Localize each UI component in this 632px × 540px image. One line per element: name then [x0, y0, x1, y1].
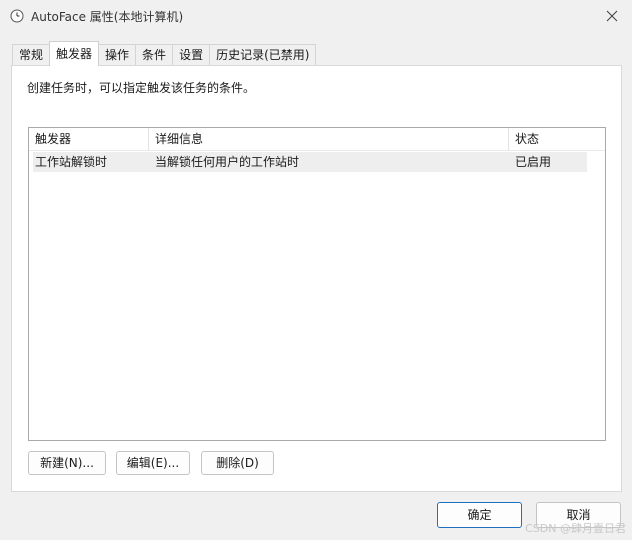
column-header-trigger[interactable]: 触发器: [29, 128, 149, 151]
delete-button[interactable]: 删除(D): [201, 451, 274, 475]
column-header-details[interactable]: 详细信息: [149, 128, 509, 151]
close-icon[interactable]: [602, 6, 622, 26]
tab-conditions[interactable]: 条件: [135, 44, 174, 66]
tab-history[interactable]: 历史记录(已禁用): [209, 44, 317, 66]
new-button[interactable]: 新建(N)...: [28, 451, 106, 475]
column-header-status[interactable]: 状态: [509, 128, 605, 151]
panel-description: 创建任务时，可以指定触发该任务的条件。: [27, 81, 256, 95]
window-title: AutoFace 属性(本地计算机): [31, 10, 184, 24]
table-row[interactable]: 工作站解锁时 当解锁任何用户的工作站时 已启用: [33, 152, 587, 172]
row-status: 已启用: [515, 155, 552, 169]
ok-button[interactable]: 确定: [437, 502, 522, 528]
properties-dialog: AutoFace 属性(本地计算机) 常规 触发器 操作 条件 设置 历史记录(…: [0, 0, 632, 540]
tab-actions[interactable]: 操作: [98, 44, 137, 66]
title-bar[interactable]: AutoFace 属性(本地计算机): [0, 0, 632, 32]
row-details: 当解锁任何用户的工作站时: [155, 155, 300, 169]
tab-strip: 常规 触发器 操作 条件 设置 历史记录(已禁用): [12, 41, 317, 66]
list-header: 触发器 详细信息 状态: [29, 128, 605, 151]
row-trigger: 工作站解锁时: [35, 155, 108, 169]
tab-settings[interactable]: 设置: [172, 44, 211, 66]
triggers-list[interactable]: 触发器 详细信息 状态 工作站解锁时 当解锁任何用户的工作站时 已启用: [28, 127, 606, 441]
triggers-panel: 创建任务时，可以指定触发该任务的条件。 触发器 详细信息 状态 工作站解锁时 当…: [11, 65, 622, 492]
watermark: CSDN @肆月壹日君: [525, 522, 626, 535]
tab-triggers[interactable]: 触发器: [49, 41, 100, 66]
clock-icon: [10, 9, 24, 23]
tab-general[interactable]: 常规: [12, 44, 51, 66]
edit-button[interactable]: 编辑(E)...: [116, 451, 190, 475]
